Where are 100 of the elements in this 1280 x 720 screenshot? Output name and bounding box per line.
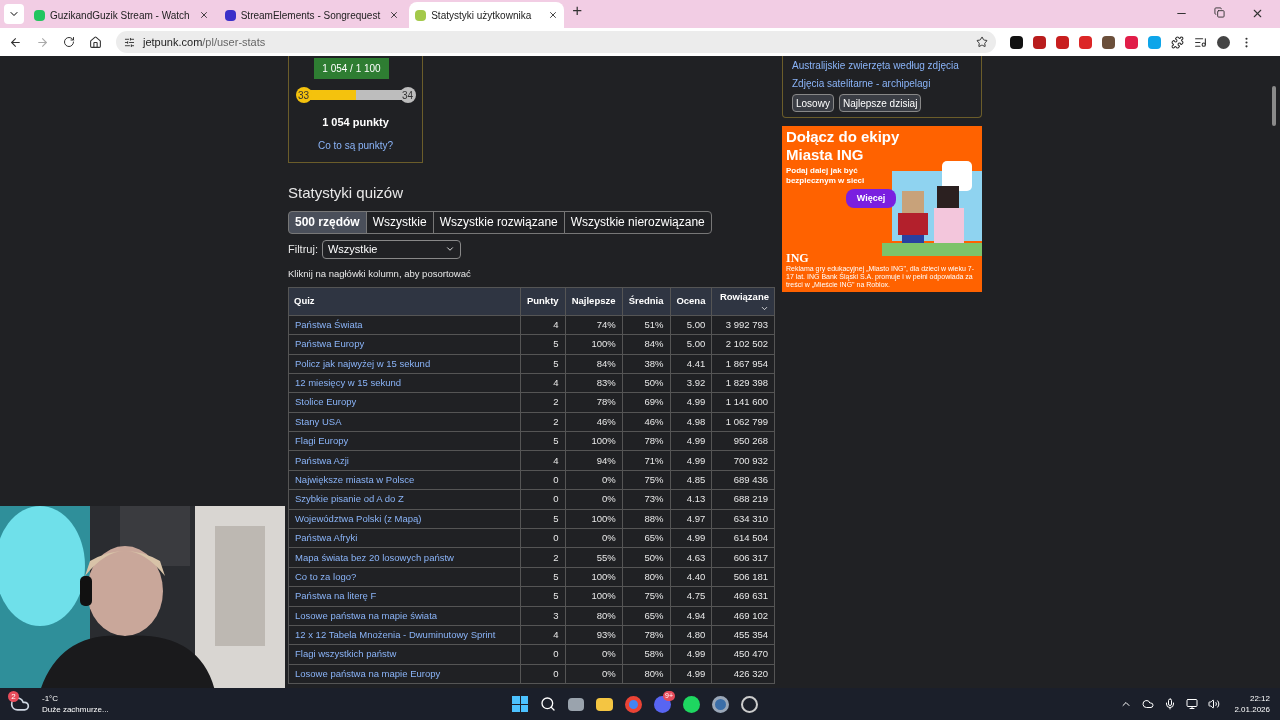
table-cell: 100% (565, 567, 623, 587)
table-cell: 4.41 (670, 354, 712, 374)
table-cell: 3.92 (670, 373, 712, 393)
extension-icon[interactable] (1033, 35, 1046, 49)
quiz-link[interactable]: Flagi Europy (288, 431, 521, 451)
column-header[interactable]: Punkty (520, 287, 565, 316)
network-icon (1186, 698, 1199, 710)
quiz-link[interactable]: 12 x 12 Tabela Mnożenia - Dwuminutowy Sprint (288, 625, 521, 645)
table-cell: 78% (565, 392, 623, 413)
browser-icon[interactable] (625, 695, 642, 713)
app-icon[interactable] (741, 695, 758, 713)
table-cell: 4.13 (670, 489, 712, 510)
chat-app-icon[interactable] (654, 695, 671, 713)
tab-title: Statystyki użytkownika (431, 8, 533, 23)
new-tab-button[interactable]: + (572, 0, 583, 23)
forward-icon (36, 35, 49, 49)
site-info-icon (124, 36, 135, 48)
profile-avatar[interactable] (1217, 35, 1230, 49)
quiz-link[interactable]: Flagi wszystkich państw (288, 644, 521, 665)
browser-tab[interactable]: StreamElements - Songrequest (218, 2, 406, 28)
filter-tab[interactable]: Wszystkie (365, 210, 434, 234)
progress-tooltip: 1 054 / 1 100 (314, 58, 389, 79)
tab-list-button[interactable] (4, 4, 24, 24)
table-cell: 2 (520, 412, 565, 432)
quiz-link[interactable]: Zdjęcia satelitarne - archipelagi (792, 76, 972, 92)
home-icon (89, 35, 102, 49)
table-cell: 689 436 (711, 470, 775, 490)
table-cell: 80% (565, 606, 623, 626)
table-cell: 4.99 (670, 528, 712, 548)
filter-tab[interactable]: Wszystkie rozwiązane (432, 210, 565, 234)
advertisement[interactable] (782, 126, 982, 292)
table-cell: 4 (520, 625, 565, 645)
points-total: 1 054 punkty (322, 115, 389, 130)
table-cell: 1 062 799 (711, 412, 775, 432)
table-cell: 4.85 (670, 470, 712, 490)
quiz-link[interactable]: Australijskie zwierzęta według zdjęcia (792, 58, 972, 74)
quiz-link[interactable]: Szybkie pisanie od A do Z (288, 489, 521, 510)
quiz-link[interactable]: Co to za logo? (288, 567, 521, 587)
table-cell: 46% (622, 412, 670, 432)
sidebar-button[interactable]: Najlepsze dzisiaj (838, 94, 922, 112)
quiz-link[interactable]: Państwa na literę F (288, 586, 521, 607)
quiz-link[interactable]: Największe miasta w Polsce (288, 470, 521, 490)
browser-tab[interactable]: GuzikandGuzik Stream - Watch (28, 2, 215, 28)
volume-icon (1208, 698, 1221, 710)
table-cell: 469 102 (711, 606, 775, 626)
start-icon[interactable] (512, 696, 528, 712)
table-cell: 58% (622, 644, 670, 665)
quiz-link[interactable]: Państwa Azji (288, 451, 521, 471)
table-cell: 38% (622, 354, 670, 374)
table-cell: 4.99 (670, 664, 712, 684)
column-header[interactable]: Quiz (288, 287, 521, 316)
browser-tab[interactable]: Statystyki użytkownika (409, 2, 565, 28)
table-cell: 75% (622, 586, 670, 607)
table-cell: 80% (622, 567, 670, 587)
quiz-link[interactable]: Losowe państwa na mapie świata (288, 606, 521, 626)
table-cell: 4.97 (670, 509, 712, 529)
settings-icon[interactable] (712, 695, 729, 713)
table-cell: 0% (565, 664, 623, 684)
table-cell: 469 631 (711, 586, 775, 607)
table-cell: 50% (622, 373, 670, 393)
quiz-link[interactable]: Województwa Polski (z Mapą) (288, 509, 521, 529)
extensions-icon (1171, 35, 1184, 49)
tab-title: StreamElements - Songrequest (240, 8, 381, 23)
table-cell: 93% (565, 625, 623, 645)
filter-tab[interactable]: 500 rzędów (288, 210, 367, 234)
music-app-icon[interactable] (683, 695, 700, 713)
quiz-link[interactable]: Policz jak najwyżej w 15 sekund (288, 354, 521, 374)
table-cell: 65% (622, 528, 670, 548)
sidebar-button[interactable]: Losowy (792, 94, 834, 112)
quiz-link[interactable]: Mapa świata bez 20 losowych państw (288, 547, 521, 568)
filter-tab[interactable]: Wszystkie nierozwiązane (563, 210, 712, 234)
points-help-link[interactable]: Co to są punkty? (317, 137, 393, 153)
table-cell: 426 320 (711, 664, 775, 684)
quiz-link[interactable]: Państwa Europy (288, 334, 521, 355)
table-cell: 4.99 (670, 392, 712, 413)
ad-more-button[interactable]: Więcej (846, 189, 896, 208)
table-cell: 2 102 502 (711, 334, 775, 355)
task-view-icon[interactable] (568, 697, 584, 711)
back-icon (9, 35, 22, 49)
column-header[interactable]: Ocena (670, 287, 712, 316)
folder-icon[interactable] (596, 697, 613, 711)
table-cell: 100% (565, 334, 623, 355)
close-icon (1251, 7, 1264, 20)
table-cell: 5 (520, 334, 565, 355)
extension-icon[interactable] (1102, 35, 1115, 49)
address-bar[interactable]: jetpunk.com/pl/user-stats (116, 31, 996, 53)
column-header[interactable]: Rowiązane (711, 287, 775, 316)
quiz-link[interactable]: 12 miesięcy w 15 sekund (288, 373, 521, 393)
column-header[interactable]: Najlepsze (565, 287, 623, 316)
table-cell: 3 (520, 606, 565, 626)
quiz-link[interactable]: Stany USA (288, 412, 521, 432)
scrollbar[interactable] (1272, 86, 1276, 126)
quiz-link[interactable]: Losowe państwa na mapie Europy (288, 664, 521, 684)
column-header[interactable]: Średnia (622, 287, 670, 316)
quiz-link[interactable]: Stolice Europy (288, 392, 521, 413)
table-cell: 50% (622, 547, 670, 568)
quiz-link[interactable]: Państwa Afryki (288, 528, 521, 548)
extension-icon[interactable] (1010, 35, 1023, 49)
quiz-link[interactable]: Państwa Świata (288, 315, 521, 335)
filter-select[interactable]: Wszystkie (321, 239, 461, 259)
